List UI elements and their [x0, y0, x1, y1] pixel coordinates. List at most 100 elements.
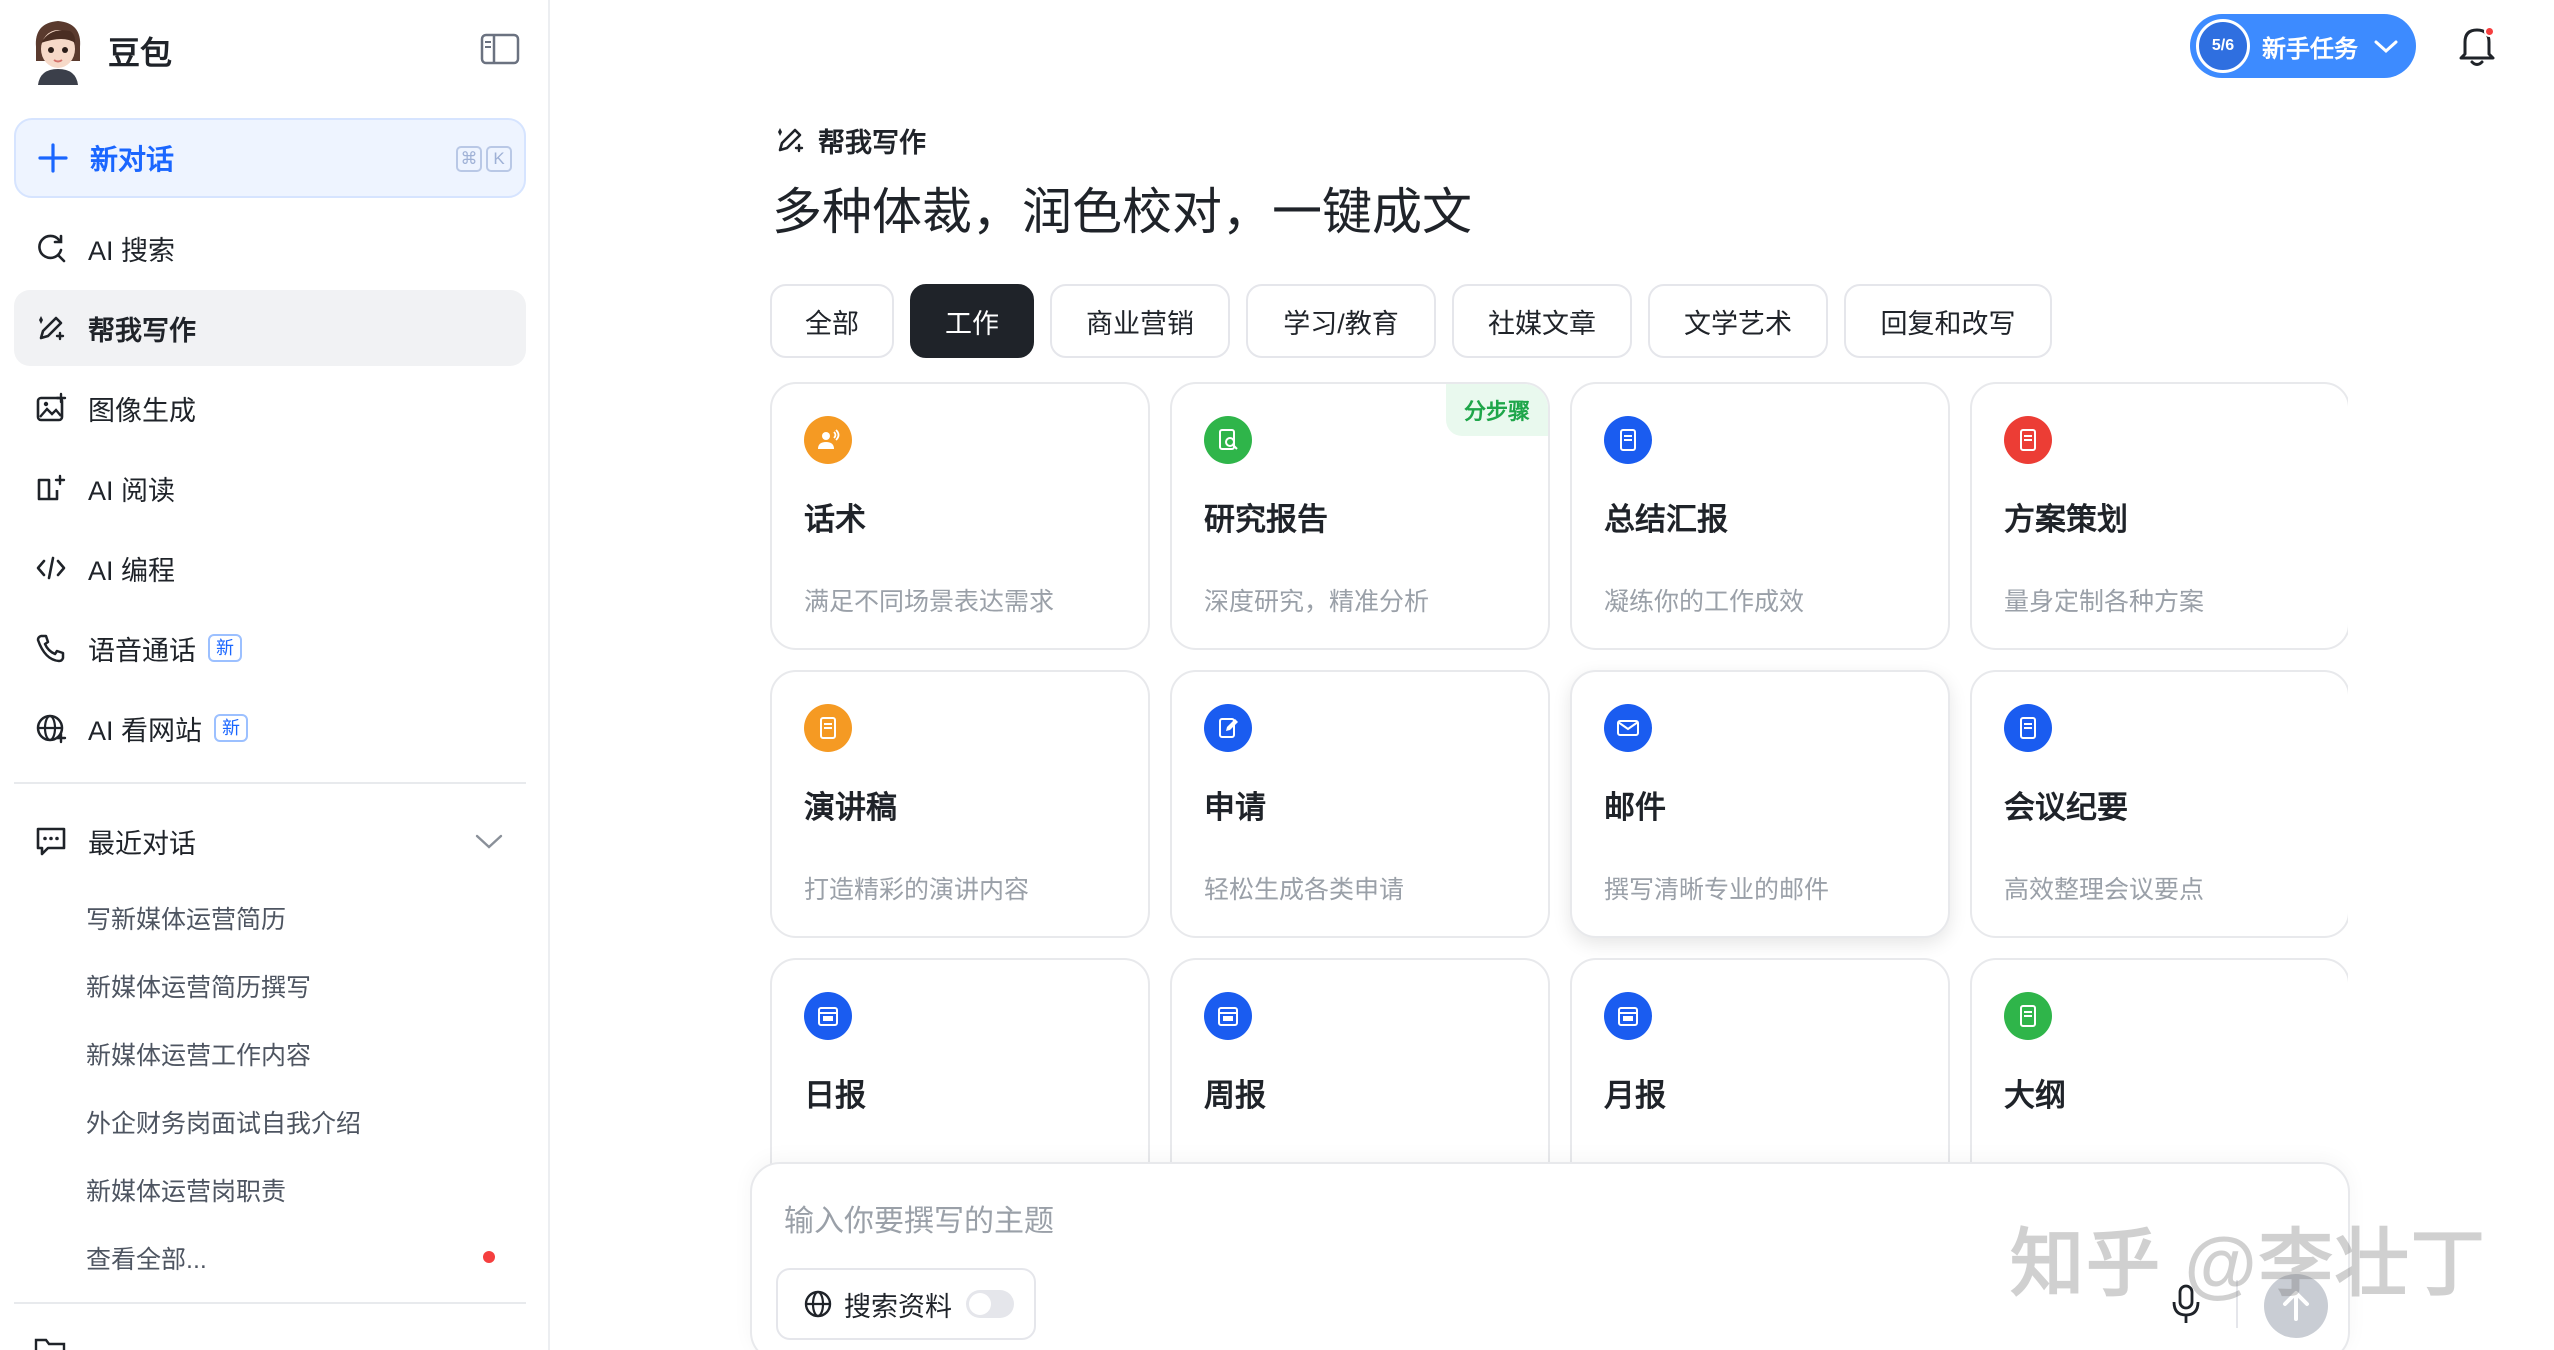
tab-study-education[interactable]: 学习/教育: [1246, 284, 1436, 358]
sidebar-item-voice-call[interactable]: 语音通话 新: [14, 610, 526, 686]
sidebar-divider: [14, 1302, 526, 1304]
card-title: 申请: [1204, 790, 1266, 825]
step-by-step-tag: 分步骤: [1445, 384, 1548, 436]
sidebar-item-label: AI 阅读: [88, 475, 176, 506]
card-email[interactable]: 邮件 撰写清晰专业的邮件: [1570, 670, 1950, 938]
pen-sparkle-icon: [34, 311, 68, 345]
search-switch[interactable]: [966, 1290, 1014, 1318]
cmd-key-hint: ⌘: [456, 146, 482, 172]
recent-chats-title: 最近对话: [88, 828, 196, 859]
writing-card-grid: 话术 满足不同场景表达需求 分步骤 研究报告 深度研究，精准分析 总结汇报 凝练…: [770, 382, 2348, 1164]
mail-icon: [1604, 704, 1652, 752]
task-progress-ring: 5/6: [2196, 19, 2250, 73]
page-breadcrumb: 帮我写作: [774, 120, 926, 160]
sidebar-item-label: AI 搜索: [88, 235, 176, 266]
search-material-toggle[interactable]: 搜索资料: [776, 1268, 1036, 1340]
new-chat-label: 新对话: [90, 144, 175, 175]
card-title: 日报: [804, 1078, 866, 1113]
breadcrumb-label: 帮我写作: [818, 127, 926, 158]
doc-icon: [2004, 992, 2052, 1040]
card-title: 会议纪要: [2004, 790, 2128, 825]
doc-icon: [2004, 416, 2052, 464]
card-title: 研究报告: [1204, 502, 1328, 537]
card-speech-script[interactable]: 话术 满足不同场景表达需求: [770, 382, 1150, 650]
recent-chat-item[interactable]: 新媒体运营岗职责: [86, 1172, 286, 1208]
sidebar-item-writing[interactable]: 帮我写作: [14, 290, 526, 366]
tab-business-marketing[interactable]: 商业营销: [1050, 284, 1230, 358]
card-meeting-minutes[interactable]: 会议纪要 高效整理会议要点: [1970, 670, 2348, 938]
page-title: 多种体裁，润色校对，一键成文: [772, 184, 1472, 240]
notification-dot: [2484, 26, 2495, 37]
card-title: 演讲稿: [804, 790, 897, 825]
sidebar: 豆包 新对话 ⌘ K AI 搜索 帮我写作 图像生成 AI 阅读 AI 编程 语…: [0, 0, 550, 1350]
tab-literature-art[interactable]: 文学艺术: [1648, 284, 1828, 358]
sidebar-item-label: 语音通话: [88, 635, 196, 666]
recent-chat-item[interactable]: 外企财务岗面试自我介绍: [86, 1104, 361, 1140]
calendar-icon: [804, 992, 852, 1040]
new-badge: 新: [208, 634, 242, 662]
sidebar-item-ai-coding[interactable]: AI 编程: [14, 530, 526, 606]
chevron-down-icon[interactable]: [474, 828, 504, 854]
category-tabs: 全部 工作 商业营销 学习/教育 社媒文章 文学艺术 回复和改写: [770, 284, 2068, 360]
card-desc: 量身定制各种方案: [2004, 588, 2205, 616]
book-reader-icon: [34, 471, 68, 505]
newbie-task-button[interactable]: 5/6 新手任务: [2190, 14, 2416, 78]
calendar-icon: [1604, 992, 1652, 1040]
card-desc: 满足不同场景表达需求: [804, 588, 1055, 616]
app-root: 豆包 新对话 ⌘ K AI 搜索 帮我写作 图像生成 AI 阅读 AI 编程 语…: [0, 0, 2554, 1350]
card-plan[interactable]: 方案策划 量身定制各种方案: [1970, 382, 2348, 650]
new-chat-button[interactable]: 新对话 ⌘ K: [14, 118, 526, 198]
brand[interactable]: 豆包: [30, 16, 172, 86]
tab-social-media[interactable]: 社媒文章: [1452, 284, 1632, 358]
card-speech-draft[interactable]: 演讲稿 打造精彩的演讲内容: [770, 670, 1150, 938]
card-title: 邮件: [1604, 790, 1666, 825]
card-desc: 深度研究，精准分析: [1204, 588, 1430, 616]
sidebar-item-label: AI 编程: [88, 555, 176, 586]
card-title: 方案策划: [2004, 502, 2128, 537]
sidebar-item-label: 帮我写作: [88, 315, 196, 346]
card-desc: 轻松生成各类申请: [1204, 876, 1405, 904]
card-title: 话术: [804, 502, 866, 537]
card-desc: 凝练你的工作成效: [1604, 588, 1805, 616]
sidebar-item-ai-reading[interactable]: AI 阅读: [14, 450, 526, 526]
recent-chat-item[interactable]: 新媒体运营工作内容: [86, 1036, 311, 1072]
sidebar-item-label: AI 看网站: [88, 715, 203, 746]
image-gen-icon: [34, 391, 68, 425]
sidebar-collapse-icon[interactable]: [480, 32, 520, 66]
view-all-chats-link[interactable]: 查看全部...: [86, 1240, 207, 1276]
search-refresh-icon: [34, 231, 68, 265]
card-desc: 高效整理会议要点: [2004, 876, 2205, 904]
sidebar-item-ai-web[interactable]: AI 看网站 新: [14, 690, 526, 766]
unread-dot: [483, 1251, 495, 1263]
tab-all[interactable]: 全部: [770, 284, 894, 358]
card-summary-report[interactable]: 总结汇报 凝练你的工作成效: [1570, 382, 1950, 650]
card-outline[interactable]: 大纲: [1970, 958, 2348, 1164]
doc-icon: [2004, 704, 2052, 752]
speech-icon: [804, 416, 852, 464]
watermark: 知乎 @李壮丁: [2010, 1222, 2487, 1305]
recent-chat-item[interactable]: 新媒体运营简历撰写: [86, 968, 311, 1004]
brand-name: 豆包: [108, 35, 173, 71]
sidebar-item-image-gen[interactable]: 图像生成: [14, 370, 526, 446]
recent-chats-header[interactable]: 最近对话: [14, 806, 526, 876]
topic-input[interactable]: 输入你要撰写的主题: [784, 1196, 1054, 1240]
card-title: 总结汇报: [1604, 502, 1728, 537]
tab-reply-rewrite[interactable]: 回复和改写: [1844, 284, 2052, 358]
sidebar-item-ai-search[interactable]: AI 搜索: [14, 210, 526, 286]
card-monthly-report[interactable]: 月报: [1570, 958, 1950, 1164]
card-desc: 撰写清晰专业的邮件: [1604, 876, 1830, 904]
plus-icon: [38, 143, 68, 173]
calendar-icon: [1204, 992, 1252, 1040]
recent-chat-item[interactable]: 写新媒体运营简历: [86, 900, 286, 936]
doc-icon: [804, 704, 852, 752]
card-title: 大纲: [2004, 1078, 2066, 1113]
avatar: [30, 17, 86, 85]
card-weekly-report[interactable]: 周报: [1170, 958, 1550, 1164]
card-application[interactable]: 申请 轻松生成各类申请: [1170, 670, 1550, 938]
card-daily-report[interactable]: 日报: [770, 958, 1150, 1164]
globe-icon: [804, 1290, 832, 1318]
card-research-report[interactable]: 分步骤 研究报告 深度研究，精准分析: [1170, 382, 1550, 650]
k-key-hint: K: [486, 146, 512, 172]
folder-icon: [34, 1338, 66, 1350]
tab-work[interactable]: 工作: [910, 284, 1034, 358]
